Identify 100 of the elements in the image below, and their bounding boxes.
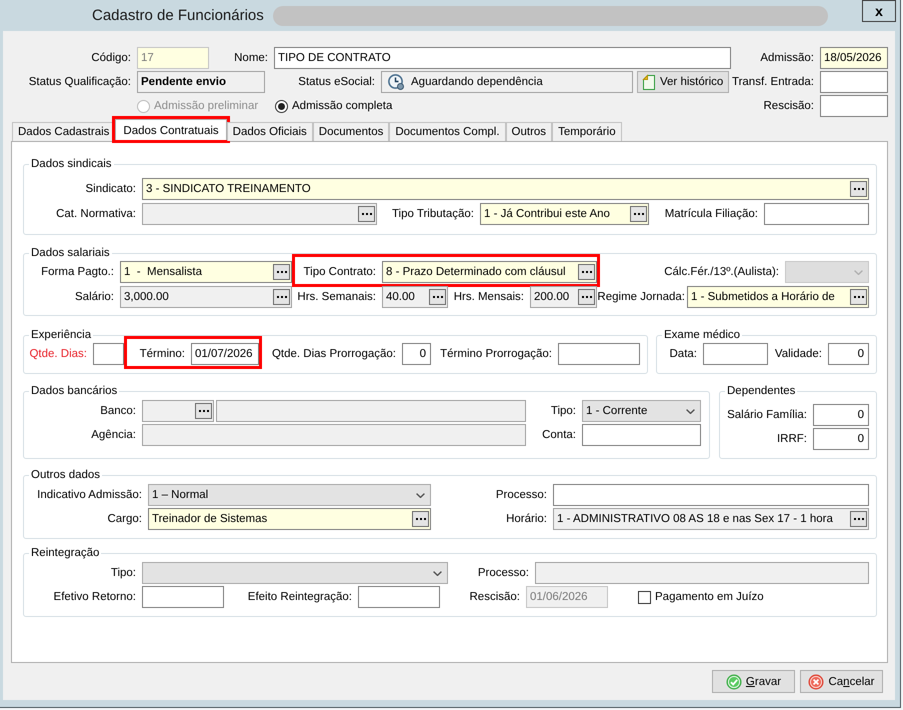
chevron-down-icon bbox=[686, 408, 695, 414]
radio-button[interactable] bbox=[275, 100, 288, 112]
radio-label: Admissão completa bbox=[292, 100, 392, 112]
chevron-down-icon bbox=[433, 570, 442, 576]
field-label: Processo: bbox=[496, 489, 547, 501]
tab[interactable]: Dados Oficiais bbox=[226, 122, 313, 141]
input-field[interactable] bbox=[535, 562, 869, 584]
lookup-button[interactable] bbox=[578, 264, 595, 280]
input-field[interactable] bbox=[142, 424, 526, 446]
field-label: IRRF: bbox=[776, 433, 807, 445]
input-field[interactable] bbox=[764, 203, 869, 225]
field-label: Status Qualificação: bbox=[28, 76, 131, 88]
number-field[interactable]: 0 bbox=[828, 343, 869, 365]
field-label: Cat. Normativa: bbox=[56, 208, 136, 220]
field-label: Qtde. Dias: bbox=[29, 348, 87, 360]
input-field[interactable] bbox=[582, 424, 701, 446]
field-label: Término: bbox=[140, 348, 185, 360]
field-label: Efetivo Retorno: bbox=[54, 591, 136, 603]
input-field[interactable]: TIPO DE CONTRATO bbox=[274, 47, 731, 69]
field-label: Salário Família: bbox=[727, 409, 807, 421]
checkbox-label: Pagamento em Juízo bbox=[655, 591, 764, 603]
group-title: Dados bancários bbox=[30, 384, 118, 398]
number-field[interactable]: 0 bbox=[813, 428, 869, 450]
field-label: Efeito Reintegração: bbox=[248, 591, 352, 603]
lookup-button[interactable] bbox=[273, 264, 290, 280]
group-title: Dependentes bbox=[726, 384, 796, 398]
lookup-button[interactable] bbox=[412, 511, 429, 527]
number-field[interactable]: 0 bbox=[813, 404, 869, 426]
history-button[interactable]: Ver histórico bbox=[637, 71, 729, 93]
input-field[interactable] bbox=[93, 343, 124, 365]
lookup-field[interactable]: 3,000.00 bbox=[120, 286, 292, 308]
field-label: Qtde. Dias Prorrogação: bbox=[272, 348, 396, 360]
field-label: Banco: bbox=[100, 405, 136, 417]
lookup-button[interactable] bbox=[850, 511, 867, 527]
input-field[interactable] bbox=[703, 343, 768, 365]
field-label: Validade: bbox=[774, 348, 822, 360]
field-label: Horário: bbox=[506, 513, 547, 525]
field-label: Processo: bbox=[478, 567, 529, 579]
group-title: Outros dados bbox=[30, 468, 102, 482]
lookup-button[interactable] bbox=[630, 206, 647, 222]
lookup-field[interactable] bbox=[142, 203, 377, 225]
input-field[interactable] bbox=[358, 586, 440, 608]
dropdown[interactable]: 1 – Normal bbox=[148, 484, 431, 506]
dropdown[interactable]: 1 - Corrente bbox=[582, 400, 701, 422]
field-label: Matrícula Filiação: bbox=[664, 208, 758, 220]
number-field[interactable]: 0 bbox=[402, 343, 431, 365]
field-label: Salário: bbox=[75, 291, 114, 303]
field-label: Código: bbox=[91, 52, 131, 64]
input-field[interactable] bbox=[820, 95, 888, 117]
lookup-button[interactable] bbox=[358, 206, 375, 222]
group-title: Exame médico bbox=[663, 328, 742, 342]
save-button[interactable]: Gravar bbox=[712, 670, 795, 693]
lookup-field[interactable]: 3 - SINDICATO TREINAMENTO bbox=[142, 178, 869, 200]
field-label: Regime Jornada: bbox=[597, 291, 685, 303]
tab[interactable]: Documentos bbox=[312, 122, 390, 141]
close-button[interactable]: x bbox=[862, 0, 896, 22]
field-label: Admissão: bbox=[760, 52, 814, 64]
group-title: Reintegração bbox=[30, 546, 100, 560]
tab[interactable]: Documentos Compl. bbox=[389, 122, 506, 141]
tab[interactable]: Outros bbox=[506, 122, 552, 141]
lookup-field[interactable]: 8 - Prazo Determinado com cláusul bbox=[382, 261, 597, 283]
document-icon bbox=[641, 74, 657, 90]
field-label: Tipo: bbox=[110, 567, 136, 579]
input-field[interactable]: 18/05/2026 bbox=[820, 47, 888, 69]
lookup-field[interactable]: 40.00 bbox=[382, 286, 448, 308]
checkbox[interactable] bbox=[638, 590, 651, 604]
lookup-button[interactable] bbox=[850, 289, 867, 305]
input-field[interactable] bbox=[820, 71, 888, 93]
input-field[interactable] bbox=[216, 400, 526, 422]
field-label: Nome: bbox=[234, 52, 268, 64]
chevron-down-icon bbox=[854, 270, 863, 274]
lookup-field[interactable]: Treinador de Sistemas bbox=[148, 508, 431, 530]
field-label: Término Prorrogação: bbox=[440, 348, 552, 360]
field-label: Transf. Entrada: bbox=[732, 76, 814, 88]
radio-label: Admissão preliminar bbox=[154, 100, 258, 112]
status-field: Aguardando dependência bbox=[381, 71, 633, 93]
lookup-button[interactable] bbox=[578, 289, 595, 305]
lookup-button[interactable] bbox=[195, 403, 212, 419]
lookup-button[interactable] bbox=[850, 181, 867, 197]
lookup-button[interactable] bbox=[273, 289, 290, 305]
field-label: Hrs. Semanais: bbox=[297, 291, 376, 303]
window-title: Cadastro de Funcionários bbox=[92, 7, 264, 24]
cancel-button[interactable]: Cancelar bbox=[800, 670, 883, 693]
lookup-field[interactable]: 200.00 bbox=[530, 286, 597, 308]
input-field[interactable] bbox=[142, 586, 224, 608]
lookup-field[interactable]: 1 - Submetidos a Horário de bbox=[687, 286, 869, 308]
tab[interactable]: Dados Contratuais bbox=[115, 119, 227, 142]
field-label: Rescisão: bbox=[470, 591, 520, 603]
lookup-field[interactable] bbox=[142, 400, 214, 422]
lookup-field[interactable]: 1 - Já Contribui este Ano bbox=[480, 203, 649, 225]
tab[interactable]: Temporário bbox=[552, 122, 622, 141]
input-field[interactable] bbox=[558, 343, 640, 365]
lookup-field[interactable]: 1 - Mensalista bbox=[120, 261, 292, 283]
lookup-field[interactable]: 1 - ADMINISTRATIVO 08 AS 18 e nas Sex 17 - 1 hora bbox=[553, 508, 869, 530]
group-title: Dados salariais bbox=[30, 246, 111, 260]
field-label: Agência: bbox=[91, 429, 136, 441]
input-field[interactable]: 01/07/2026 bbox=[191, 343, 259, 365]
lookup-button[interactable] bbox=[429, 289, 446, 305]
input-field[interactable] bbox=[553, 484, 869, 506]
status-field: Pendente envio bbox=[137, 71, 265, 93]
